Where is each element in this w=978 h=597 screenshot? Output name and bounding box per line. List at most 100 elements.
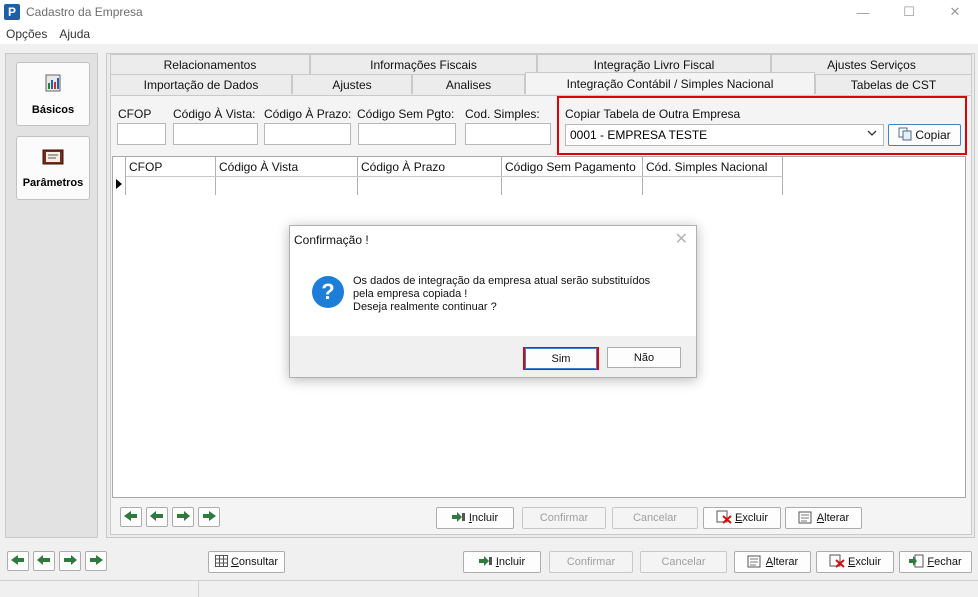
bottom-last-button[interactable] [85,551,107,571]
last-arrow-icon [202,510,216,524]
copy-table-label: Copiar Tabela de Outra Empresa [565,107,741,121]
cfop-input[interactable] [117,123,166,145]
dialog-message-line: pela empresa copiada ! [353,288,468,300]
row-indicator [113,157,126,195]
first-record-button[interactable] [120,507,142,527]
clipboard-chart-icon [43,73,63,96]
codigo-a-vista-input[interactable] [173,123,258,145]
confirm-label: Confirmar [566,556,616,568]
tab-ajustes[interactable]: Ajustes [292,74,412,94]
inner-edit-button[interactable]: Alterar [785,507,862,529]
minimize-icon: — [856,4,870,20]
inner-include-button[interactable]: Incluir [436,507,514,529]
include-label: Incluir [495,556,526,568]
prev-record-button[interactable] [146,507,168,527]
dialog-close-icon[interactable]: ✕ [675,229,688,249]
cod-simples-input[interactable] [465,123,551,145]
codigo-a-prazo-input[interactable] [264,123,351,145]
edit-icon [798,510,814,527]
inner-edit-label: Alterar [816,512,850,524]
sidebar-item-basicos[interactable]: Básicos [16,62,90,126]
delete-icon [716,510,732,527]
first-arrow-icon [11,554,25,568]
grid-header-codigo-a-prazo[interactable]: Código À Prazo [358,157,502,177]
inner-delete-label: Excluir [734,512,768,524]
tab-importacao-de-dados[interactable]: Importação de Dados [110,74,292,94]
tab-tabelas-de-cst[interactable]: Tabelas de CST [815,74,972,94]
tab-label: Importação de Dados [143,77,259,92]
dialog-title: Confirmação ! [294,233,369,247]
chevron-down-icon [867,128,877,141]
edit-button[interactable]: Alterar [734,551,811,573]
inner-confirm-button[interactable]: Confirmar [522,507,606,529]
copy-icon [898,127,912,144]
yes-button[interactable]: Sim [525,348,597,369]
codigo-sem-pgto-input[interactable] [358,123,456,145]
tab-informacoes-fiscais[interactable]: Informações Fiscais [310,54,537,74]
grid-header-codigo-sem-pagamento[interactable]: Código Sem Pagamento [502,157,643,177]
grid-table-icon [214,554,228,570]
include-icon [451,511,466,525]
next-record-button[interactable] [172,507,194,527]
delete-icon [829,554,845,571]
confirm-button[interactable]: Confirmar [549,551,633,573]
menu-ajuda[interactable]: Ajuda [53,27,96,41]
no-button-label: Não [633,351,655,364]
no-button[interactable]: Não [607,347,681,368]
inner-cancel-button[interactable]: Cancelar [612,507,698,529]
company-select[interactable]: 0001 - EMPRESA TESTE [565,124,884,146]
cancel-label: Cancelar [661,556,706,568]
bottom-next-button[interactable] [59,551,81,571]
last-record-button[interactable] [198,507,220,527]
close-label: Fechar [927,556,962,568]
bottom-prev-button[interactable] [33,551,55,571]
dialog-message: Os dados de integração da empresa atual … [353,275,650,314]
prev-arrow-icon [150,510,164,524]
first-arrow-icon [124,510,138,524]
window-controls: — ☐ ✕ [840,0,978,24]
yes-button-label: Sim [551,352,571,365]
inner-include-label: Incluir [468,512,499,524]
include-button[interactable]: Incluir [463,551,541,573]
grid-header-cod-simples[interactable]: Cód. Simples Nacional [643,157,783,177]
inner-delete-button[interactable]: Excluir [703,507,781,529]
current-row-arrow-icon [116,179,122,189]
grid-header-cfop[interactable]: CFOP [126,157,216,177]
minimize-button[interactable]: — [840,0,886,24]
delete-label: Excluir [847,556,881,568]
tab-integracao-contabil[interactable]: Integração Contábil / Simples Nacional [525,72,815,94]
delete-button[interactable]: Excluir [816,551,894,573]
close-window-button[interactable]: ✕ [932,0,978,24]
title-bar: P Cadastro da Empresa — ☐ ✕ [0,0,978,24]
tab-ajustes-servicos[interactable]: Ajustes Serviços [771,54,972,74]
cod-simples-label: Cod. Simples: [465,107,540,121]
dialog-footer: Sim Não [290,336,696,377]
grid-header-codigo-a-vista[interactable]: Código À Vista [216,157,358,177]
codigo-a-vista-label: Código À Vista: [173,107,256,121]
tab-label: Analises [445,77,492,92]
last-arrow-icon [89,554,103,568]
tab-relacionamentos[interactable]: Relacionamentos [110,54,310,74]
maximize-icon: ☐ [903,4,915,19]
sidebar-item-parametros[interactable]: Parâmetros [16,136,90,200]
consult-button[interactable]: Consultar [208,551,285,573]
codigo-sem-pgto-label: Código Sem Pgto: [357,107,455,121]
bottom-first-button[interactable] [7,551,29,571]
copy-button[interactable]: Copiar [888,124,961,146]
prev-arrow-icon [37,554,51,568]
maximize-button[interactable]: ☐ [886,0,932,24]
tab-integracao-livro-fiscal[interactable]: Integração Livro Fiscal [537,54,771,74]
tab-label: Informações Fiscais [370,57,477,72]
window-title: Cadastro da Empresa [26,5,143,19]
next-arrow-icon [176,510,190,524]
next-arrow-icon [63,554,77,568]
menu-opcoes[interactable]: Opções [0,27,53,41]
close-button[interactable]: Fechar [899,551,972,573]
tab-analises[interactable]: Analises [412,74,525,94]
cfop-label: CFOP [118,107,152,121]
copy-button-label: Copiar [915,128,951,142]
company-select-value: 0001 - EMPRESA TESTE [570,128,708,142]
menu-bar: Opções Ajuda [0,24,978,44]
confirmation-dialog: Confirmação ! ✕ ? Os dados de integração… [289,225,697,378]
cancel-button[interactable]: Cancelar [640,551,727,573]
